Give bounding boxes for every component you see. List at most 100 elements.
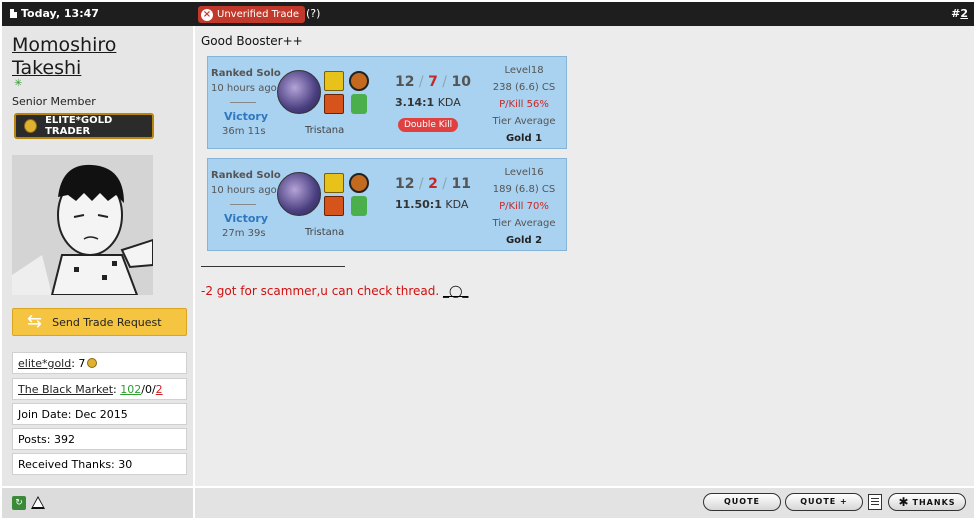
rank-icon: ✳ — [14, 78, 23, 89]
report-icon[interactable]: ↻ — [12, 496, 26, 510]
black-market-link[interactable]: The Black Market — [18, 383, 113, 396]
match-kda-score: 12 / 2 / 11 — [395, 176, 471, 192]
post-date-text: Today, 13:47 — [21, 7, 99, 20]
kda-ratio-value: 3.14:1 — [395, 96, 435, 109]
stat-black-market: The Black Market: 102/0/2 — [12, 378, 187, 400]
black-market-positive[interactable]: 102 — [120, 383, 141, 396]
flash-spell-icon — [324, 71, 344, 91]
ignite-spell-icon — [324, 196, 344, 216]
warning-icon[interactable] — [31, 496, 45, 509]
item-icon — [351, 196, 367, 216]
match-cs: 238 (6.6) CS — [492, 82, 556, 93]
match-level: Level16 — [504, 167, 544, 178]
post-content: Good Booster++ Ranked Solo 10 hours ago … — [195, 26, 974, 486]
assists: 11 — [451, 176, 471, 192]
match-tier-label: Tier Average — [492, 116, 556, 127]
signature-divider — [201, 266, 345, 267]
kda-suffix: KDA — [441, 198, 469, 211]
flash-spell-icon — [324, 173, 344, 193]
match-pkill: P/Kill 56% — [499, 99, 549, 110]
stat-received-thanks: Received Thanks: 30 — [12, 453, 187, 475]
stat-elite-gold: elite*gold: 7 — [12, 352, 187, 374]
match-pkill: P/Kill 70% — [499, 201, 549, 212]
quote-plus-button[interactable]: QUOTE + — [785, 493, 863, 511]
unverified-trade-label: Unverified Trade — [217, 9, 299, 20]
post-number-prefix: # — [951, 7, 961, 20]
match-stats: Level18 238 (6.6) CS P/Kill 56% Tier Ave… — [484, 62, 564, 147]
stat-join-date: Join Date: Dec 2015 — [12, 403, 187, 425]
quote-button[interactable]: QUOTE — [703, 493, 781, 511]
username-line-1: Momoshiro — [12, 34, 117, 56]
post-footer-left: ↻ — [2, 488, 193, 518]
champion-portrait — [277, 172, 321, 216]
signature: -2 got for scammer,u can check thread. _… — [201, 284, 468, 298]
match-type: Ranked Solo — [211, 170, 281, 181]
match-cs: 189 (6.8) CS — [492, 184, 556, 195]
match-kda-ratio: 3.14:1 KDA — [395, 96, 461, 109]
ignite-spell-icon — [324, 94, 344, 114]
match-card: Ranked Solo 10 hours ago Victory 36m 11s… — [207, 56, 567, 149]
match-divider — [230, 102, 256, 103]
champion-name: Tristana — [305, 227, 345, 238]
thanks-label: THANKS — [912, 498, 956, 507]
kda-ratio-value: 11.50:1 — [395, 198, 442, 211]
coin-icon — [24, 119, 38, 133]
post-header-bar: Today, 13:47 × Unverified Trade (?) #2 — [2, 2, 974, 26]
champion-portrait — [277, 70, 321, 114]
send-trade-request-label: Send Trade Request — [52, 315, 162, 329]
deaths: 7 — [428, 74, 438, 90]
black-market-negative[interactable]: 2 — [156, 383, 163, 396]
help-link[interactable]: (?) — [306, 7, 320, 20]
signature-text: -2 got for scammer,u can check thread. — [201, 284, 440, 298]
match-type: Ranked Solo — [211, 68, 281, 79]
star-icon: ✱ — [898, 495, 910, 509]
unverified-trade-badge[interactable]: × Unverified Trade — [198, 6, 305, 23]
post-number-value[interactable]: 2 — [960, 7, 968, 20]
username-link[interactable]: Momoshiro Takeshi — [12, 34, 116, 80]
assists: 10 — [451, 74, 471, 90]
elite-gold-value: : 7 — [71, 357, 86, 370]
badge-label: ELITE*GOLD TRADER — [45, 115, 113, 137]
match-tier-label: Tier Average — [492, 218, 556, 229]
champion-name: Tristana — [305, 125, 345, 136]
match-level: Level18 — [504, 65, 544, 76]
trade-arrows-icon: ⇆ — [27, 311, 43, 332]
kda-suffix: KDA — [434, 96, 461, 109]
member-title: Senior Member — [12, 95, 96, 108]
match-kda-ratio: 11.50:1 KDA — [395, 198, 468, 211]
multiquote-icon[interactable] — [868, 494, 882, 510]
doc-icon — [10, 9, 17, 18]
elite-gold-link[interactable]: elite*gold — [18, 357, 71, 370]
match-stats: Level16 189 (6.8) CS P/Kill 70% Tier Ave… — [484, 164, 564, 249]
coin-icon — [87, 358, 98, 368]
item-icon — [349, 173, 369, 193]
match-card: Ranked Solo 10 hours ago Victory 27m 39s… — [207, 158, 567, 251]
match-kda-score: 12 / 7 / 10 — [395, 74, 471, 90]
match-duration: 36m 11s — [222, 126, 266, 137]
post-footer-right: QUOTE QUOTE + ✱ THANKS — [195, 488, 974, 518]
close-circle-icon: × — [201, 8, 213, 21]
send-trade-request-button[interactable]: ⇆ Send Trade Request — [12, 308, 187, 336]
post-number[interactable]: #2 — [951, 7, 968, 20]
item-icon — [349, 71, 369, 91]
match-result: Victory — [224, 110, 269, 123]
signature-face: _◯_ — [443, 284, 469, 298]
black-market-neutral: /0/ — [141, 383, 156, 396]
kills: 12 — [395, 176, 415, 192]
match-result: Victory — [224, 212, 269, 225]
multikill-badge: Double Kill — [398, 118, 459, 132]
thanks-button[interactable]: ✱ THANKS — [888, 493, 966, 511]
item-icon — [351, 94, 367, 114]
post-body-title: Good Booster++ — [201, 34, 303, 48]
avatar[interactable] — [12, 155, 153, 295]
kills: 12 — [395, 74, 415, 90]
post-date: Today, 13:47 — [10, 7, 99, 20]
username-line-2: Takeshi — [12, 57, 82, 79]
avatar-image — [12, 155, 153, 295]
deaths: 2 — [428, 176, 438, 192]
match-ago: 10 hours ago — [211, 83, 277, 94]
match-tier: Gold 1 — [505, 133, 543, 144]
stat-posts: Posts: 392 — [12, 428, 187, 450]
match-tier: Gold 2 — [505, 235, 543, 246]
user-sidebar: Momoshiro Takeshi ✳ Senior Member ELITE*… — [2, 26, 193, 486]
